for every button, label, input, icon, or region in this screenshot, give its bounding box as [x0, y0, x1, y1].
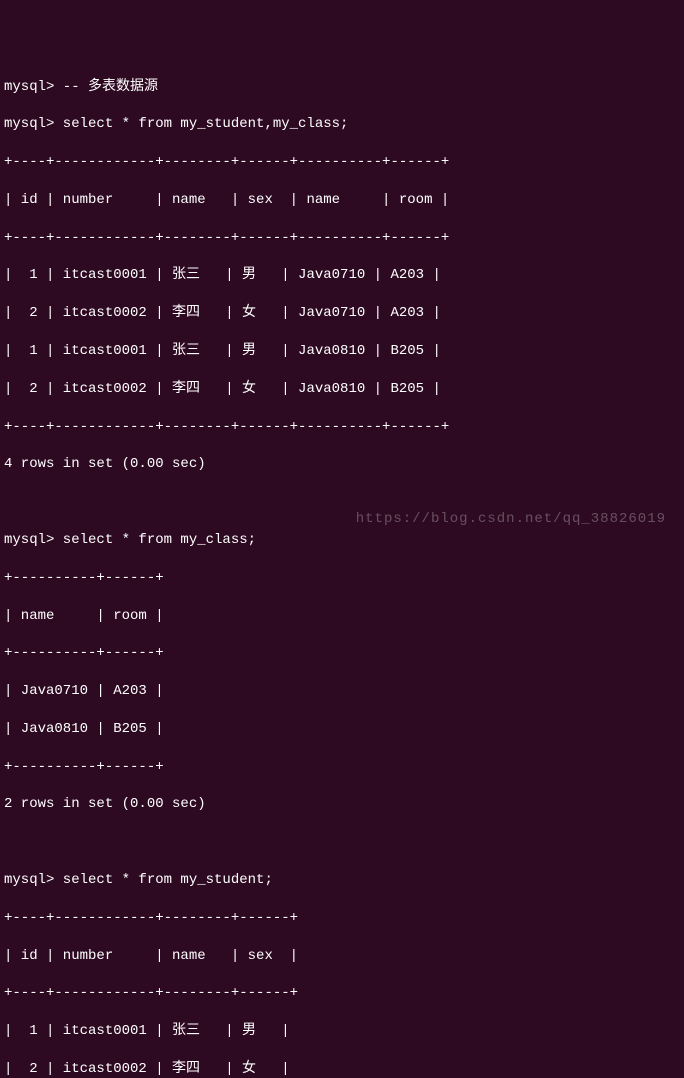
table1-row-1: | 1 | itcast0001 | 张三 | 男 | Java0710 | A… — [4, 266, 680, 285]
table2-row-1: | Java0710 | A203 | — [4, 682, 680, 701]
table1-row-3: | 1 | itcast0001 | 张三 | 男 | Java0810 | B… — [4, 342, 680, 361]
table1-sep-bot: +----+------------+--------+------+-----… — [4, 418, 680, 437]
table3-header: | id | number | name | sex | — [4, 947, 680, 966]
prompt-comment: mysql> -- 多表数据源 — [4, 78, 680, 97]
blank-line-2 — [4, 833, 680, 852]
table1-sep-top: +----+------------+--------+------+-----… — [4, 153, 680, 172]
prompt-query-2[interactable]: mysql> select * from my_class; — [4, 531, 680, 550]
prompt-query-3[interactable]: mysql> select * from my_student; — [4, 871, 680, 890]
result-2: 2 rows in set (0.00 sec) — [4, 795, 680, 814]
watermark-link: https://blog.csdn.net/qq_38826019 — [356, 510, 666, 529]
result-1: 4 rows in set (0.00 sec) — [4, 455, 680, 474]
table1-row-4: | 2 | itcast0002 | 李四 | 女 | Java0810 | B… — [4, 380, 680, 399]
table3-sep-mid: +----+------------+--------+------+ — [4, 984, 680, 1003]
table3-row-1: | 1 | itcast0001 | 张三 | 男 | — [4, 1022, 680, 1041]
table3-row-2: | 2 | itcast0002 | 李四 | 女 | — [4, 1060, 680, 1078]
table2-header: | name | room | — [4, 607, 680, 626]
table2-row-2: | Java0810 | B205 | — [4, 720, 680, 739]
table2-sep-top: +----------+------+ — [4, 569, 680, 588]
prompt-query-1[interactable]: mysql> select * from my_student,my_class… — [4, 115, 680, 134]
table2-sep-mid: +----------+------+ — [4, 644, 680, 663]
table2-sep-bot: +----------+------+ — [4, 758, 680, 777]
table3-sep-top: +----+------------+--------+------+ — [4, 909, 680, 928]
table1-sep-mid: +----+------------+--------+------+-----… — [4, 229, 680, 248]
table1-row-2: | 2 | itcast0002 | 李四 | 女 | Java0710 | A… — [4, 304, 680, 323]
table1-header: | id | number | name | sex | name | room… — [4, 191, 680, 210]
